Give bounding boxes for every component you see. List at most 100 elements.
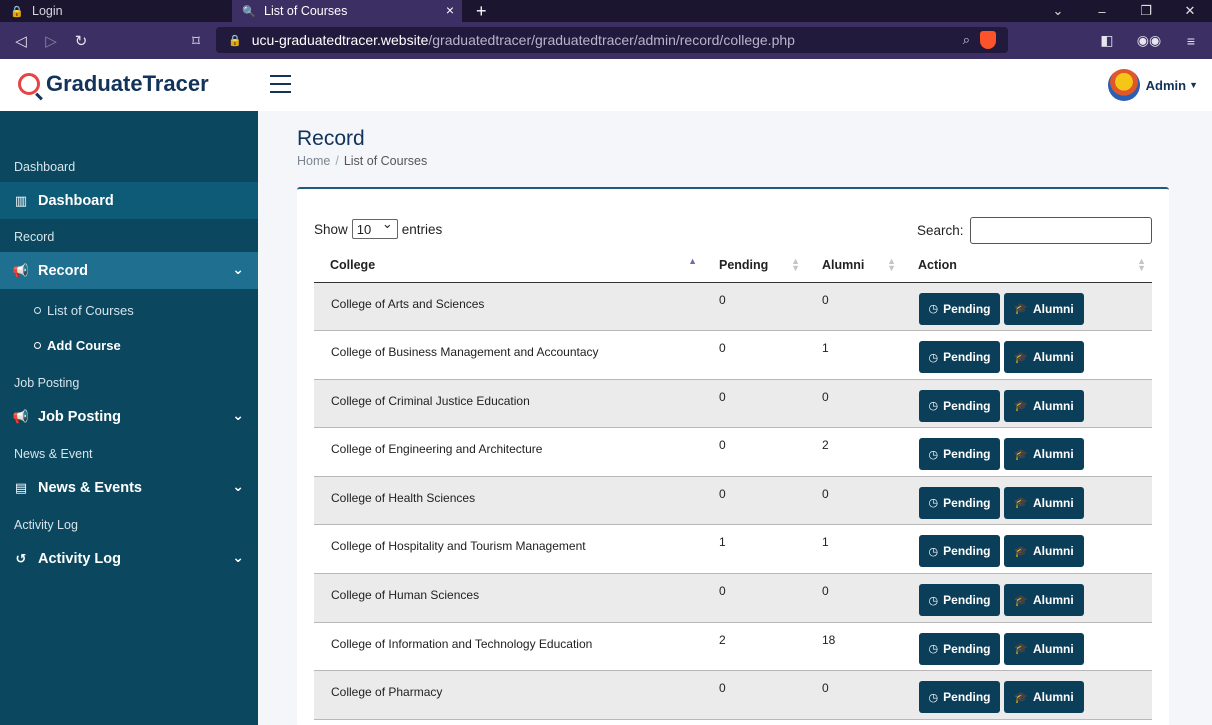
alumni-count: 0 [806, 573, 902, 623]
pending-button-label: Pending [943, 301, 991, 316]
forward-icon[interactable]: ▷ [36, 32, 66, 50]
sidebar-item-label: Dashboard [38, 192, 114, 209]
column-header-pending[interactable]: Pending ▲ ▼ [703, 249, 806, 283]
clock-icon: ◷ [928, 545, 939, 558]
column-label: Action [918, 258, 957, 273]
alumni-button[interactable]: 🎓 Alumni [1004, 584, 1084, 617]
url-domain: ucu-graduatedtracer.website [251, 32, 429, 48]
sidebar-item-dashboard[interactable]: ▥ Dashboard [0, 182, 258, 219]
graduation-cap-icon: 🎓 [1014, 448, 1029, 461]
college-cell: College of Human Sciences [314, 573, 703, 623]
alumni-button[interactable]: 🎓 Alumni [1004, 438, 1084, 471]
pending-count: 0 [703, 330, 806, 380]
search-input[interactable] [970, 217, 1152, 244]
sidebar-item-news-events[interactable]: ▤ News & Events ⌄ [0, 469, 258, 506]
pending-button[interactable]: ◷ Pending [919, 292, 1000, 325]
show-label: Show [314, 221, 348, 237]
table-body: College of Arts and Sciences 0 0 ◷ Pending 🎓 A… [314, 282, 1152, 720]
sort-icon: ▲ ▼ [1137, 256, 1146, 273]
pending-button[interactable]: ◷ Pending [919, 486, 1000, 519]
column-header-alumni[interactable]: Alumni ▲ ▼ [806, 249, 902, 283]
pending-button[interactable]: ◷ Pending [919, 389, 1000, 422]
lock-fav-icon: 🔒 [10, 5, 24, 18]
sidebar-toggle-icon[interactable]: ◧ [1086, 32, 1128, 49]
page-title: Record [297, 127, 365, 150]
breadcrumb-home[interactable]: Home [297, 154, 330, 168]
alumni-button[interactable]: 🎓 Alumni [1004, 632, 1084, 665]
brand-logo[interactable]: GraduateTracer [18, 71, 209, 97]
tab-login[interactable]: 🔒 Login [0, 0, 232, 22]
chevron-down-icon: ⌄ [232, 407, 244, 423]
minimize-icon[interactable]: – [1080, 4, 1124, 19]
sidebar: Dashboard ▥ Dashboard Record 📢 Record ⌄ … [0, 111, 258, 725]
column-header-college[interactable]: College ▲ [314, 249, 703, 283]
alumni-button-label: Alumni [1033, 350, 1074, 365]
back-icon[interactable]: ◁ [6, 32, 36, 50]
zoom-icon[interactable]: ⌕ [963, 32, 970, 48]
history-icon: ↺ [15, 550, 27, 566]
table-row: College of Engineering and Architecture 0… [314, 427, 1152, 477]
pending-button-label: Pending [943, 350, 991, 365]
close-tab-icon[interactable]: × [446, 2, 454, 18]
entries-select[interactable]: 10 [351, 216, 398, 239]
bookmark-icon[interactable]: ⌑ [181, 32, 211, 50]
new-tab-icon[interactable]: + [476, 0, 487, 22]
menu-icon[interactable]: ≡ [1170, 33, 1212, 49]
brave-shield-icon[interactable] [980, 31, 996, 49]
graduation-cap-icon: 🎓 [1014, 351, 1029, 364]
alumni-count: 0 [806, 379, 902, 429]
address-bar[interactable]: 🔒 ucu-graduatedtracer.website/graduatedt… [216, 27, 1008, 53]
sidebar-subitem-label: List of Courses [47, 303, 134, 318]
bar-chart-icon: ▥ [14, 192, 28, 208]
pending-button[interactable]: ◷ Pending [919, 438, 1000, 471]
browser-tab-bar: 🔒 Login 🔍 List of Courses × + ⌄ – ❐ ✕ [0, 0, 1212, 22]
breadcrumb: Home / List of Courses [297, 154, 428, 168]
alumni-button[interactable]: 🎓 Alumni [1004, 486, 1084, 519]
avatar [1107, 69, 1140, 101]
browser-toolbar: ◁ ▷ ↻ ⌑ 🔒 ucu-graduatedtracer.website/gr… [0, 22, 1212, 59]
pending-button[interactable]: ◷ Pending [919, 681, 1000, 714]
sort-icon: ▲ [688, 256, 697, 266]
tab-list-of-courses[interactable]: 🔍 List of Courses × [232, 0, 462, 22]
pending-count: 0 [703, 282, 806, 332]
action-cell: ◷ Pending 🎓 Alumni [902, 524, 1152, 575]
sidebar-item-job-posting[interactable]: 📢 Job Posting ⌄ [0, 398, 258, 435]
close-window-icon[interactable]: ✕ [1168, 3, 1212, 19]
alumni-button[interactable]: 🎓 Alumni [1004, 292, 1084, 325]
private-icon[interactable]: ◉◉ [1128, 32, 1170, 49]
alumni-button[interactable]: 🎓 Alumni [1004, 389, 1084, 422]
table-row: College of Pharmacy 0 0 ◷ Pending 🎓 Alumni [314, 670, 1152, 720]
restore-icon[interactable]: ❐ [1124, 3, 1168, 19]
pending-button[interactable]: ◷ Pending [919, 535, 1000, 568]
sidebar-subitem-list-of-courses[interactable]: List of Courses [34, 303, 134, 318]
circle-icon [34, 307, 41, 314]
pending-button[interactable]: ◷ Pending [919, 341, 1000, 374]
alumni-count: 18 [806, 622, 902, 672]
sidebar-item-activity-log[interactable]: ↺ Activity Log ⌄ [0, 540, 258, 577]
alumni-count: 2 [806, 427, 902, 477]
pending-button[interactable]: ◷ Pending [919, 584, 1000, 617]
user-menu[interactable]: Admin ▼ [1107, 69, 1198, 101]
action-cell: ◷ Pending 🎓 Alumni [902, 379, 1152, 429]
column-header-action[interactable]: Action ▲ ▼ [902, 249, 1152, 283]
alumni-button[interactable]: 🎓 Alumni [1004, 681, 1084, 714]
reload-icon[interactable]: ↻ [66, 32, 96, 50]
alumni-button[interactable]: 🎓 Alumni [1004, 535, 1084, 568]
sidebar-item-record[interactable]: 📢 Record ⌄ [0, 252, 258, 289]
sidebar-item-label: News & Events [38, 479, 142, 496]
hamburger-menu-icon[interactable] [270, 75, 291, 99]
sidebar-heading: Job Posting [14, 376, 80, 390]
table-row: College of Hospitality and Tourism Manag… [314, 524, 1152, 575]
pending-count: 0 [703, 476, 806, 526]
clock-icon: ◷ [928, 643, 939, 656]
alumni-button[interactable]: 🎓 Alumni [1004, 341, 1084, 374]
circle-icon [34, 342, 41, 349]
search-label: Search: [917, 223, 964, 238]
action-cell: ◷ Pending 🎓 Alumni [902, 670, 1152, 720]
pending-count: 0 [703, 427, 806, 477]
sidebar-subitem-add-course[interactable]: Add Course [34, 338, 121, 353]
alumni-count: 0 [806, 282, 902, 332]
pending-button[interactable]: ◷ Pending [919, 632, 1000, 665]
tracer-fav-icon: 🔍 [242, 5, 256, 18]
chevron-down-icon[interactable]: ⌄ [1036, 3, 1080, 19]
